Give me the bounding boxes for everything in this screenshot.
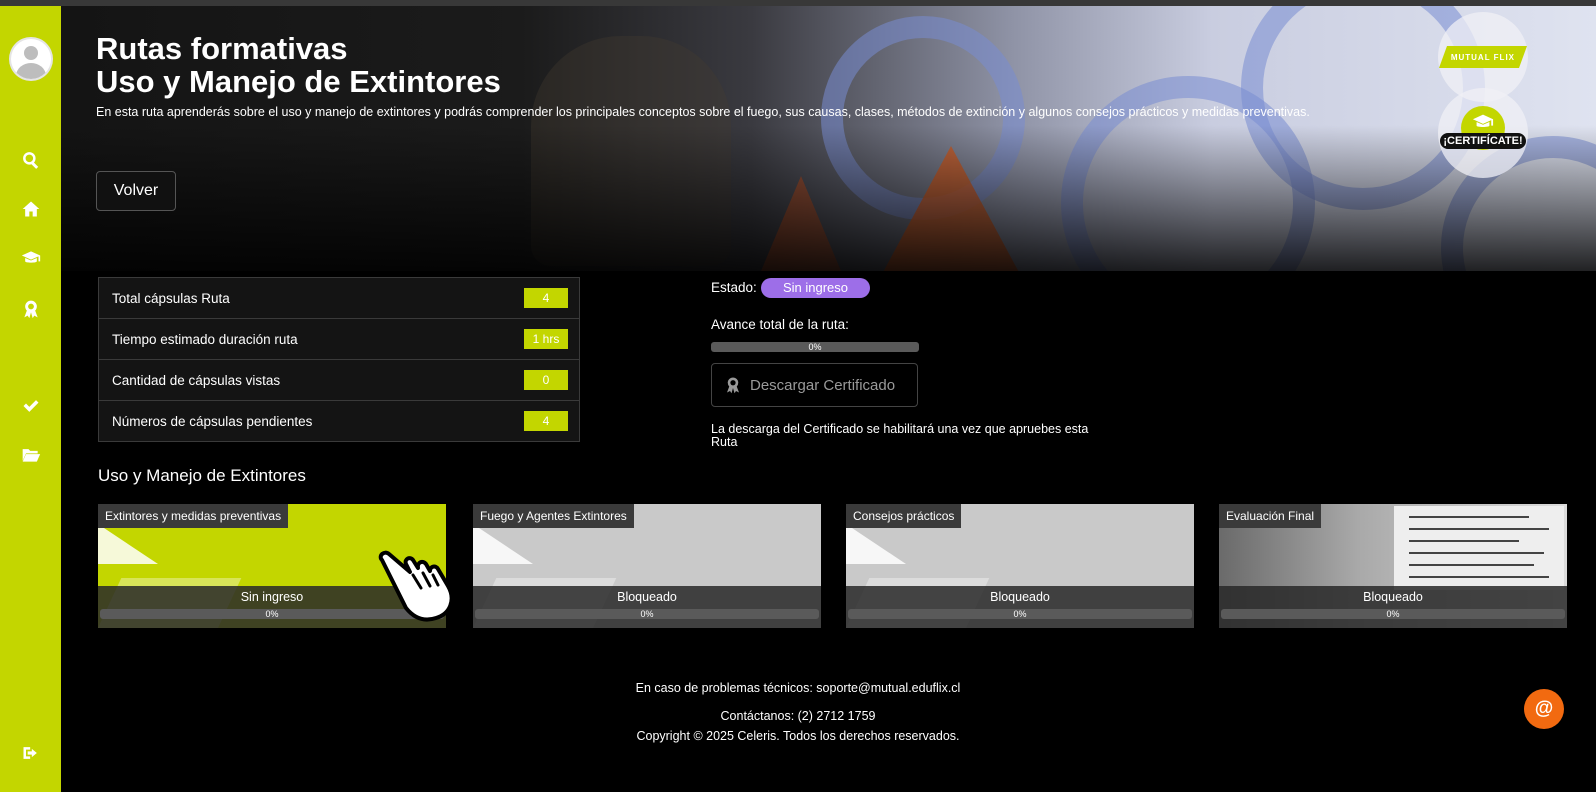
route-progress-bar: 0% — [711, 342, 919, 352]
progress-label: Avance total de la ruta: — [711, 317, 849, 332]
capsule-title: Consejos prácticos — [846, 504, 962, 528]
title-line-2: Uso y Manejo de Extintores — [96, 64, 501, 99]
capsule-status: Bloqueado — [617, 590, 677, 604]
stat-value: 1 hrs — [524, 329, 568, 349]
capsule-progress-percent: 0% — [640, 609, 654, 619]
capsule-title: Evaluación Final — [1219, 504, 1322, 528]
hand-pointer-icon — [378, 550, 454, 622]
stat-row: Cantidad de cápsulas vistas 0 — [99, 360, 579, 401]
capsule-title: Fuego y Agentes Extintores — [473, 504, 634, 528]
contact-email-button[interactable]: @ — [1524, 689, 1564, 729]
stat-value: 4 — [524, 288, 568, 308]
home-icon[interactable] — [20, 198, 42, 220]
logo-text: MUTUAL FLIX — [1450, 52, 1516, 62]
award-icon — [727, 377, 739, 394]
stat-row: Total cápsulas Ruta 4 — [99, 278, 579, 319]
capsule-card[interactable]: Fuego y Agentes Extintores Bloqueado 0% — [473, 504, 821, 628]
capsule-progress-percent: 0% — [1386, 609, 1400, 619]
stat-label: Cantidad de cápsulas vistas — [112, 372, 281, 388]
title-line-1: Rutas formativas — [96, 31, 348, 66]
search-icon[interactable] — [20, 149, 42, 171]
stat-label: Tiempo estimado duración ruta — [112, 331, 298, 347]
stat-label: Números de cápsulas pendientes — [112, 413, 313, 429]
certificate-badge[interactable]: ¡CERTIFÍCATE! — [1438, 88, 1528, 178]
capsule-progress-bar: 0% — [1221, 609, 1565, 619]
avatar-body-icon — [16, 63, 46, 79]
certificate-badge-label: ¡CERTIFÍCATE! — [1440, 133, 1526, 149]
award-icon[interactable] — [20, 298, 42, 320]
support-text: En caso de problemas técnicos: soporte@m… — [635, 681, 961, 695]
capsule-status: Bloqueado — [990, 590, 1050, 604]
user-avatar[interactable] — [11, 39, 51, 79]
folder-icon[interactable] — [20, 444, 42, 466]
capsule-card[interactable]: Consejos prácticos Bloqueado 0% — [846, 504, 1194, 628]
avatar-head-icon — [24, 46, 38, 60]
capsule-progress-percent: 0% — [1013, 609, 1027, 619]
capsule-card[interactable]: Evaluación Final Bloqueado 0% — [1219, 504, 1567, 628]
section-title: Uso y Manejo de Extintores — [98, 466, 306, 485]
sidebar — [0, 6, 61, 792]
download-certificate-button[interactable]: Descargar Certificado — [711, 363, 918, 407]
graduation-cap-icon[interactable] — [20, 247, 42, 269]
stat-label: Total cápsulas Ruta — [112, 290, 230, 306]
stat-row: Tiempo estimado duración ruta 1 hrs — [99, 319, 579, 360]
check-icon[interactable] — [20, 395, 42, 417]
graduation-cap-icon — [1472, 111, 1494, 133]
hero-banner: Rutas formativas Uso y Manejo de Extinto… — [61, 6, 1596, 271]
progress-percent: 0% — [808, 342, 822, 352]
copyright-text: Copyright © 2025 Celeris. Todos los dere… — [636, 729, 960, 743]
capsule-title: Extintores y medidas preventivas — [98, 504, 289, 528]
back-button[interactable]: Volver — [96, 171, 176, 211]
contact-text: Contáctanos: (2) 2712 1759 — [720, 709, 876, 723]
estado-label: Estado: — [711, 280, 757, 295]
stat-value: 4 — [524, 411, 568, 431]
download-certificate-label: Descargar Certificado — [750, 376, 896, 394]
route-stats-table: Total cápsulas Ruta 4 Tiempo estimado du… — [98, 277, 580, 442]
page-title: Rutas formativas Uso y Manejo de Extinto… — [96, 32, 501, 98]
logout-icon[interactable] — [20, 742, 42, 764]
stat-value: 0 — [524, 370, 568, 390]
status-badge: Sin ingreso — [761, 278, 870, 298]
capsule-progress-bar: 0% — [848, 609, 1192, 619]
capsule-progress-bar: 0% — [475, 609, 819, 619]
certificate-note: La descarga del Certificado se habilitar… — [711, 422, 1089, 449]
capsule-status: Bloqueado — [1363, 590, 1423, 604]
checklist-image — [1394, 506, 1564, 590]
page: Rutas formativas Uso y Manejo de Extinto… — [0, 6, 1596, 792]
stat-row: Números de cápsulas pendientes 4 — [99, 401, 579, 441]
route-description: En esta ruta aprenderás sobre el uso y m… — [96, 105, 1310, 119]
